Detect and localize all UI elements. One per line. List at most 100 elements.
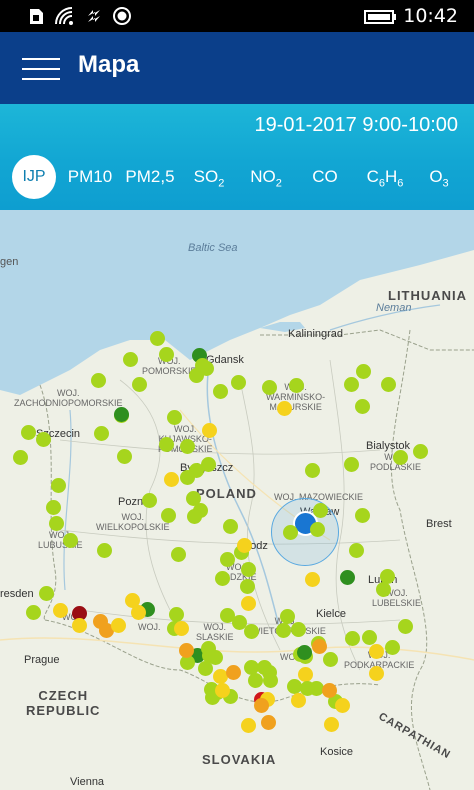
station-marker[interactable] xyxy=(322,651,338,667)
station-marker[interactable] xyxy=(384,639,400,655)
tab-no2[interactable]: NO2 xyxy=(246,156,286,198)
station-marker[interactable] xyxy=(212,383,228,399)
station-marker[interactable] xyxy=(222,518,238,534)
station-marker[interactable] xyxy=(260,714,276,730)
date-range[interactable]: 19-01-2017 9:00-10:00 xyxy=(255,114,459,137)
station-marker[interactable] xyxy=(296,644,312,660)
station-marker[interactable] xyxy=(45,499,61,515)
station-marker[interactable] xyxy=(214,682,230,698)
station-marker[interactable] xyxy=(149,330,165,346)
station-marker[interactable] xyxy=(240,595,256,611)
station-marker[interactable] xyxy=(354,398,370,414)
station-marker[interactable] xyxy=(236,537,252,553)
station-marker[interactable] xyxy=(122,351,138,367)
station-marker[interactable] xyxy=(50,477,66,493)
station-marker[interactable] xyxy=(48,515,64,531)
station-marker[interactable] xyxy=(240,717,256,733)
station-marker[interactable] xyxy=(288,377,304,393)
station-marker[interactable] xyxy=(96,542,112,558)
station-marker[interactable] xyxy=(158,346,174,362)
station-marker[interactable] xyxy=(412,443,428,459)
station-marker[interactable] xyxy=(52,602,68,618)
station-marker[interactable] xyxy=(354,507,370,523)
tab-so2[interactable]: SO2 xyxy=(190,156,228,198)
station-marker[interactable] xyxy=(20,424,36,440)
station-marker[interactable] xyxy=(12,449,28,465)
station-marker[interactable] xyxy=(368,665,384,681)
station-marker[interactable] xyxy=(275,622,291,638)
station-marker[interactable] xyxy=(339,569,355,585)
station-marker[interactable] xyxy=(141,492,157,508)
station-marker[interactable] xyxy=(397,618,413,634)
map[interactable]: Baltic Sea gen LITHUANIA Neman Kaliningr… xyxy=(0,210,474,790)
station-marker[interactable] xyxy=(179,469,195,485)
station-marker[interactable] xyxy=(186,508,202,524)
station-marker[interactable] xyxy=(323,716,339,732)
station-marker[interactable] xyxy=(312,502,328,518)
station-marker[interactable] xyxy=(200,456,216,472)
station-marker[interactable] xyxy=(201,422,217,438)
station-marker[interactable] xyxy=(279,608,295,624)
tab-ijp[interactable]: IJP xyxy=(12,155,56,199)
tab-co[interactable]: CO xyxy=(308,156,342,198)
station-marker[interactable] xyxy=(361,629,377,645)
station-marker[interactable] xyxy=(240,561,256,577)
station-marker[interactable] xyxy=(286,678,302,694)
station-marker[interactable] xyxy=(93,425,109,441)
tab-pm10[interactable]: PM10 xyxy=(62,156,118,198)
station-marker[interactable] xyxy=(168,606,184,622)
station-marker[interactable] xyxy=(290,692,306,708)
station-marker[interactable] xyxy=(309,521,325,537)
station-marker[interactable] xyxy=(179,438,195,454)
station-marker[interactable] xyxy=(311,638,327,654)
station-marker[interactable] xyxy=(290,621,306,637)
hamburger-menu-icon[interactable] xyxy=(22,54,60,82)
station-marker[interactable] xyxy=(262,672,278,688)
station-marker[interactable] xyxy=(276,400,292,416)
station-marker[interactable] xyxy=(116,448,132,464)
station-marker[interactable] xyxy=(160,507,176,523)
station-marker[interactable] xyxy=(355,363,371,379)
station-marker[interactable] xyxy=(348,542,364,558)
tab-o3[interactable]: O3 xyxy=(424,156,454,198)
station-marker[interactable] xyxy=(230,374,246,390)
station-marker[interactable] xyxy=(344,630,360,646)
station-marker[interactable] xyxy=(343,376,359,392)
station-marker[interactable] xyxy=(194,357,210,373)
station-marker[interactable] xyxy=(25,604,41,620)
station-marker[interactable] xyxy=(304,462,320,478)
station-marker[interactable] xyxy=(253,697,269,713)
station-marker[interactable] xyxy=(343,456,359,472)
station-marker[interactable] xyxy=(38,585,54,601)
station-marker[interactable] xyxy=(368,643,384,659)
station-marker[interactable] xyxy=(304,571,320,587)
station-marker[interactable] xyxy=(71,617,87,633)
station-marker[interactable] xyxy=(90,372,106,388)
station-marker[interactable] xyxy=(375,581,391,597)
station-marker[interactable] xyxy=(334,697,350,713)
station-marker[interactable] xyxy=(380,376,396,392)
station-marker[interactable] xyxy=(214,570,230,586)
station-marker[interactable] xyxy=(163,471,179,487)
station-marker[interactable] xyxy=(225,664,241,680)
station-marker[interactable] xyxy=(200,640,216,656)
station-marker[interactable] xyxy=(392,449,408,465)
station-marker[interactable] xyxy=(297,666,313,682)
station-marker[interactable] xyxy=(62,532,78,548)
station-marker[interactable] xyxy=(261,379,277,395)
station-marker[interactable] xyxy=(113,406,129,422)
station-marker[interactable] xyxy=(131,376,147,392)
station-marker[interactable] xyxy=(158,436,174,452)
station-marker[interactable] xyxy=(247,672,263,688)
tab-pm25[interactable]: PM2,5 xyxy=(120,156,180,198)
station-marker[interactable] xyxy=(130,604,146,620)
station-marker[interactable] xyxy=(178,642,194,658)
station-marker[interactable] xyxy=(243,623,259,639)
station-marker[interactable] xyxy=(219,551,235,567)
station-marker[interactable] xyxy=(239,578,255,594)
station-marker[interactable] xyxy=(35,431,51,447)
tab-c6h6[interactable]: C6H6 xyxy=(362,156,408,198)
station-marker[interactable] xyxy=(110,617,126,633)
station-marker[interactable] xyxy=(173,620,189,636)
station-marker[interactable] xyxy=(166,409,182,425)
